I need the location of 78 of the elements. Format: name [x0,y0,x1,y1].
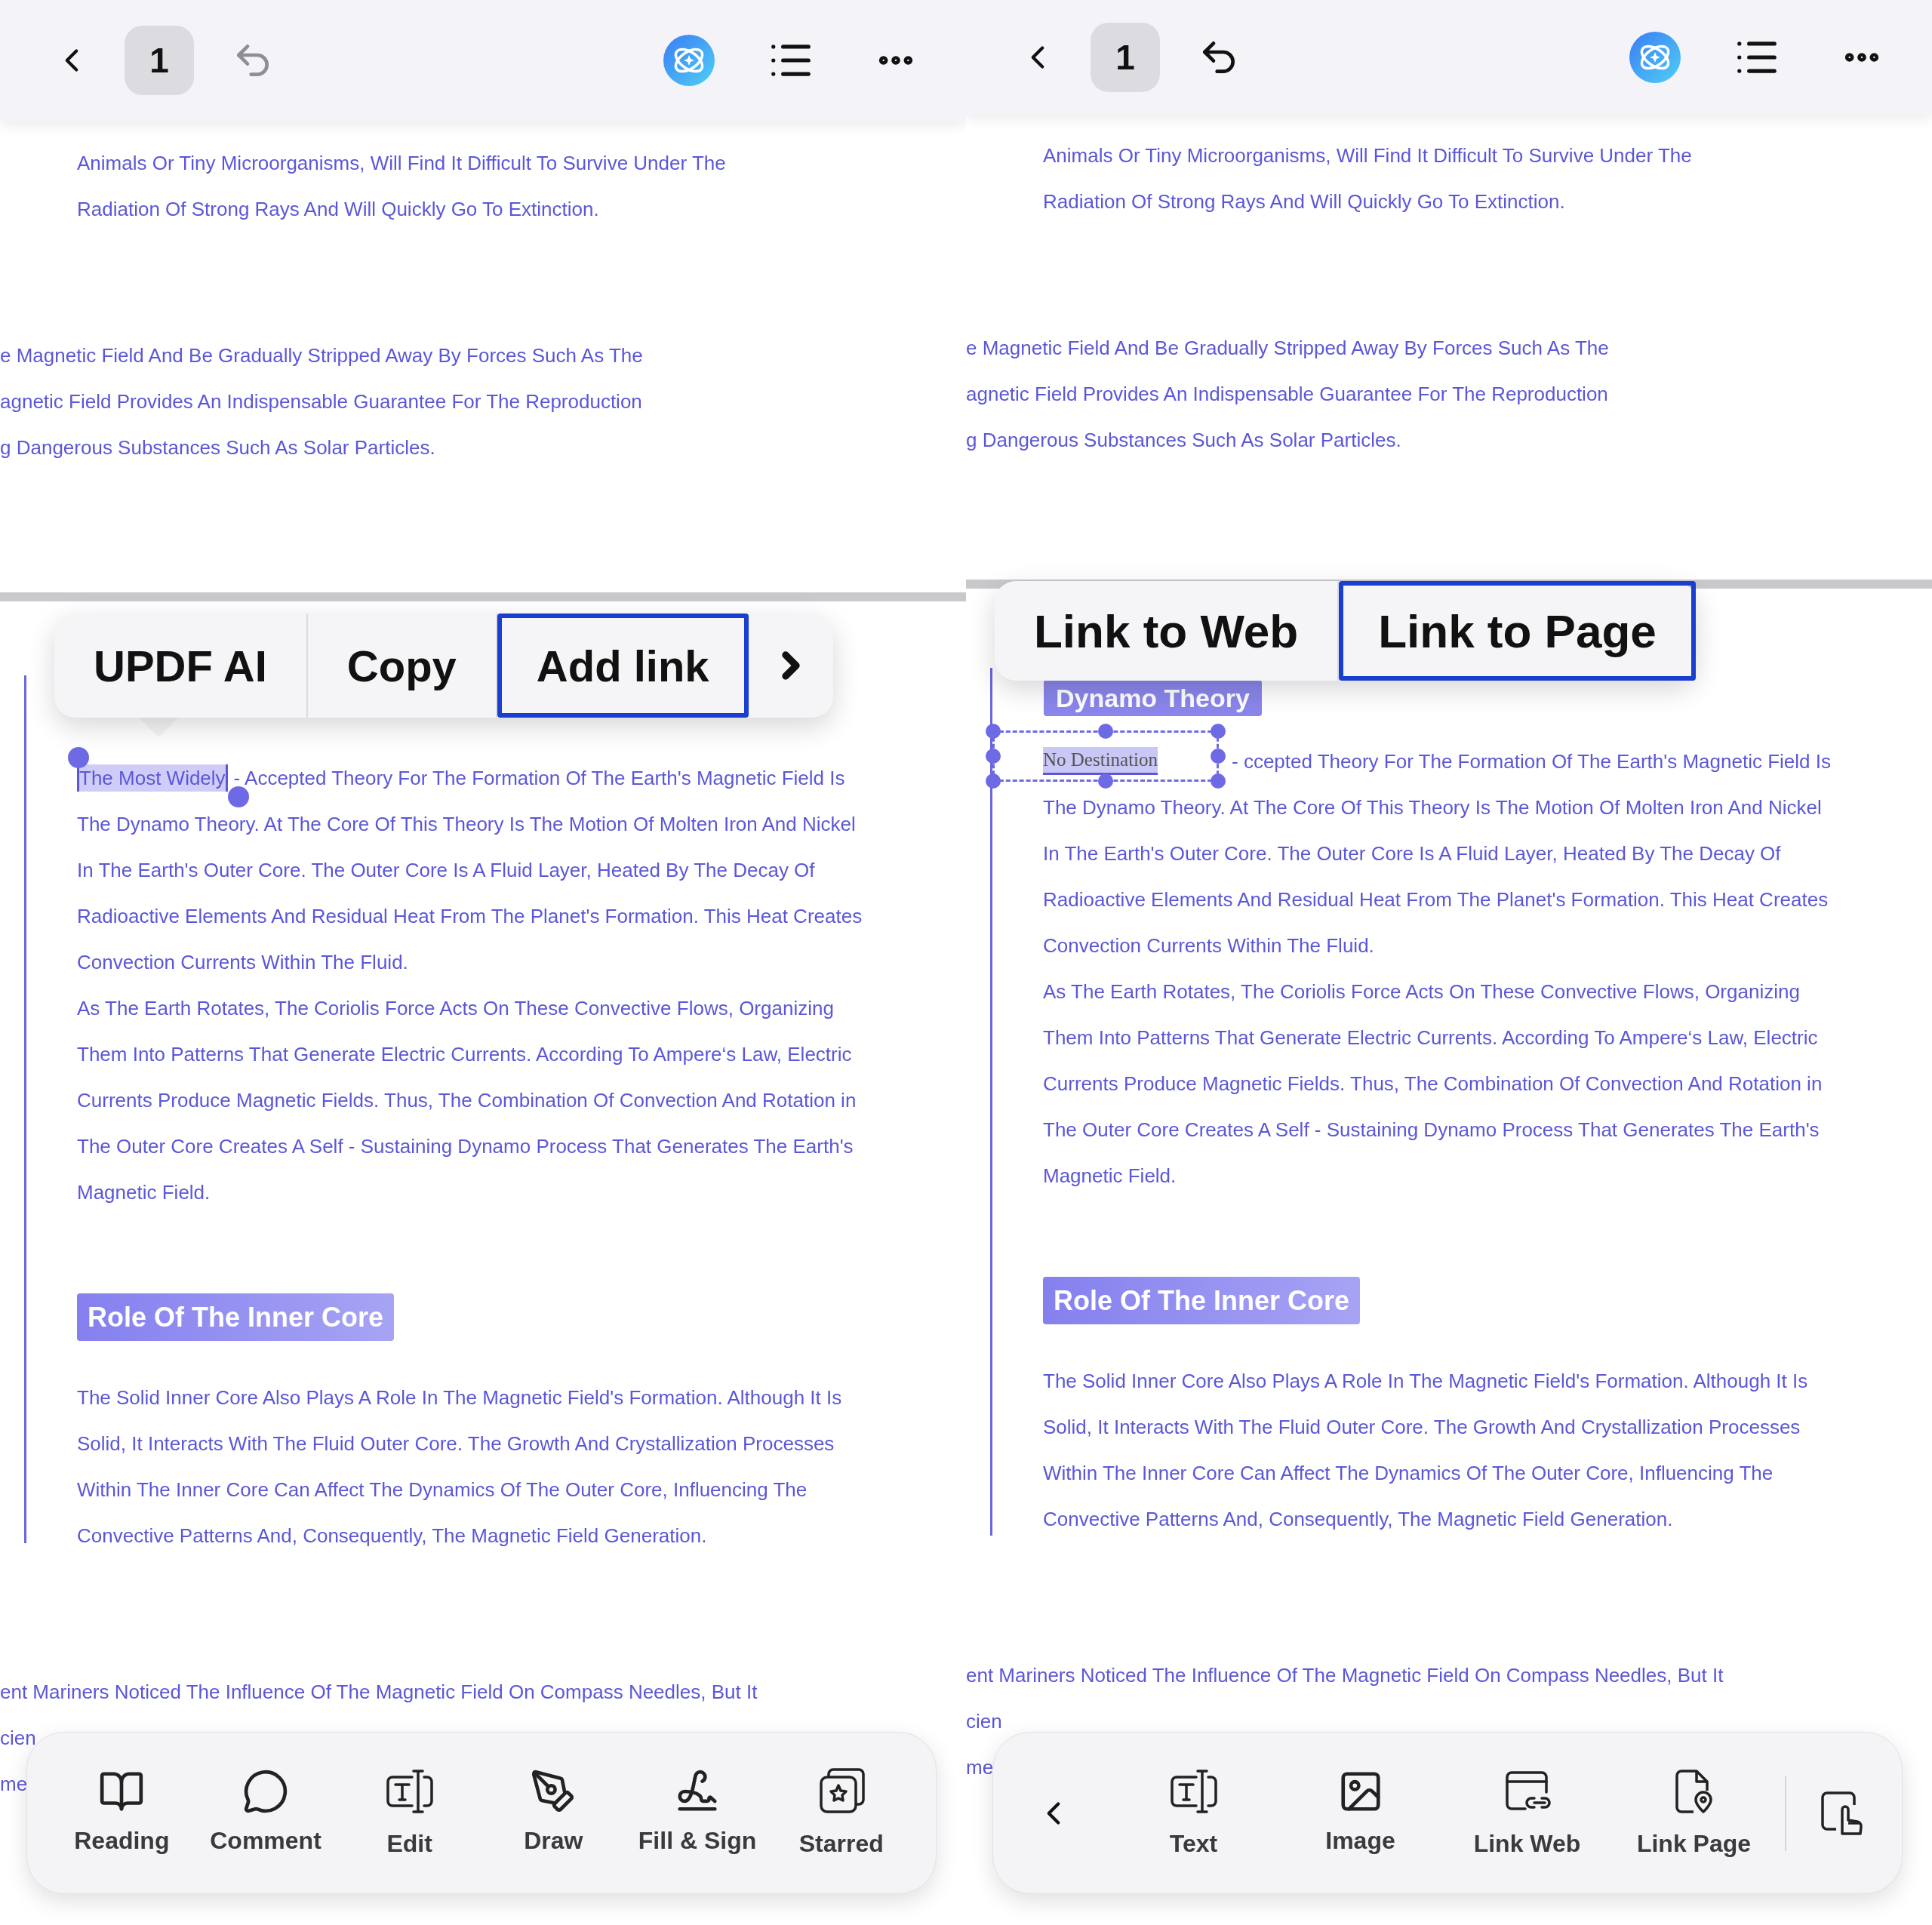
text-line: me [0,1771,28,1797]
text-line: e Magnetic Field And Be Gradually Stripped Away By Forces Such As The [966,335,1609,361]
menu-item[interactable]: Link to Page [1339,581,1696,681]
toolbar-button[interactable]: Link Web [1444,1748,1611,1877]
text-line: agnetic Field Provides An Indispensable Guarantee For The Reproduction [966,381,1608,407]
text-line: Currents Produce Magnetic Fields. Thus, The Combination Of Convection And Rotation in [77,1087,857,1113]
text-line: cien [0,1725,36,1751]
text-line: The Outer Core Creates A Self - Sustaining Dynamo Process That Generates The Earth's [1043,1117,1820,1142]
section-heading: Role Of The Inner Core [1043,1277,1361,1324]
text-line: The Dynamo Theory. At The Core Of This Theory Is The Motion Of Molten Iron And Nickel [1043,795,1822,820]
text-line: Magnetic Field. [1043,1163,1177,1189]
text-line: In The Earth's Outer Core. The Outer Core Is A Fluid Layer, Heated By The Decay Of [1043,841,1781,866]
text-line: g Dangerous Substances Such As Solar Particles. [0,435,435,460]
text-line: Animals Or Tiny Microorganisms, Will Find It Difficult To Survive Under The [77,150,726,176]
selection-handle[interactable] [68,747,89,768]
text-line: Convective Patterns And, Consequently, The Magnetic Field Generation. [1043,1506,1673,1532]
text-line: agnetic Field Provides An Indispensable Guarantee For The Reproduction [0,389,642,414]
resize-handle[interactable] [986,724,1001,739]
text-line: me [966,1754,994,1780]
text-line: The Solid Inner Core Also Plays A Role In The Magnetic Field's Formation. Although It Is [1043,1368,1808,1394]
text-line: - ccepted Theory For The Formation Of The Earth's Magnetic Field Is [1232,749,1831,774]
resize-handle[interactable] [1098,724,1113,739]
text-line: Within The Inner Core Can Affect The Dynamics Of The Outer Core, Influencing The [77,1477,808,1502]
text-line: Radiation Of Strong Rays And Will Quickly Go To Extinction. [77,196,599,222]
text-line: Currents Produce Magnetic Fields. Thus, The Combination Of Convection And Rotation in [1043,1071,1823,1096]
link-box[interactable] [985,723,1226,789]
toolbar-button[interactable]: Starred [769,1748,914,1877]
text-line: ent Mariners Noticed The Influence Of The Magnetic Field On Compass Needles, But It [966,1662,1724,1688]
text-line: Radioactive Elements And Residual Heat From The Planet's Formation. This Heat Creates [77,903,863,929]
resize-handle[interactable] [1098,773,1113,789]
toolbar-button[interactable]: Fill & Sign [625,1748,770,1877]
text-line: Convection Currents Within The Fluid. [77,949,408,975]
text-line: g Dangerous Substances Such As Solar Particles. [966,427,1401,453]
menu-item[interactable]: Copy [307,613,496,718]
text-line: Convection Currents Within The Fluid. [1043,933,1374,958]
ai-assistant-icon[interactable] [1628,30,1682,85]
text-line: Solid, It Interacts With The Fluid Outer Core. The Growth And Crystallization Processes [1043,1414,1801,1440]
ai-assistant-icon[interactable] [662,33,716,88]
text-line: cien [966,1708,1002,1734]
text-line: Them Into Patterns That Generate Electric Currents. According To Ampere‘s Law, Electric [1043,1025,1818,1050]
page-number-button[interactable]: 1 [1091,23,1160,92]
toolbar-button[interactable]: Link Page [1611,1748,1777,1877]
text-line: The Solid Inner Core Also Plays A Role In The Magnetic Field's Formation. Although It Is [77,1385,842,1410]
toolbar-button[interactable]: Draw [481,1748,626,1877]
text-line: In The Earth's Outer Core. The Outer Core Is A Fluid Layer, Heated By The Decay Of [77,857,815,883]
text-line: The Dynamo Theory. At The Core Of This Theory Is The Motion Of Molten Iron And Nickel [77,811,856,837]
text-line: As The Earth Rotates, The Coriolis Force Acts On These Convective Flows, Organizing [1043,979,1800,1004]
text-line: Radiation Of Strong Rays And Will Quickly Go To Extinction. [1043,189,1565,214]
text-line: e Magnetic Field And Be Gradually Stripped Away By Forces Such As The [0,343,643,368]
link-label: No Destination [1043,747,1158,775]
menu-item[interactable]: Add link [497,613,749,718]
selected-text: The Most Widely [77,764,228,792]
menu-item[interactable]: UPDF AI [54,613,306,718]
menu-item[interactable]: Link to Web [995,581,1338,681]
text-line: - Accepted Theory For The Formation Of The Earth's Magnetic Field Is [233,765,845,791]
text-line: ent Mariners Noticed The Influence Of The Magnetic Field On Compass Needles, But It [0,1679,758,1705]
toolbar-button[interactable]: Edit [337,1748,481,1877]
text-line: As The Earth Rotates, The Coriolis Force Acts On These Convective Flows, Organizing [77,995,834,1021]
resize-handle[interactable] [986,773,1001,789]
resize-handle[interactable] [1211,773,1226,789]
resize-handle[interactable] [1211,749,1226,764]
text-line: The Outer Core Creates A Self - Sustaining Dynamo Process That Generates The Earth's [77,1133,854,1159]
text-line: Radioactive Elements And Residual Heat From The Planet's Formation. This Heat Creates [1043,887,1829,912]
text-line: Convective Patterns And, Consequently, The Magnetic Field Generation. [77,1523,707,1548]
resize-handle[interactable] [1211,724,1226,739]
page-number-button[interactable]: 1 [125,26,194,95]
toolbar-button[interactable]: Reading [50,1748,194,1877]
text-line: Within The Inner Core Can Affect The Dynamics Of The Outer Core, Influencing The [1043,1460,1774,1486]
resize-handle[interactable] [986,749,1001,764]
text-line: Them Into Patterns That Generate Electric Currents. According To Ampere‘s Law, Electric [77,1041,852,1067]
toolbar-button[interactable]: Image [1277,1748,1444,1877]
section-heading: Dynamo Theory [1044,680,1262,716]
text-line: Solid, It Interacts With The Fluid Outer Core. The Growth And Crystallization Processes [77,1431,835,1456]
text-line: Animals Or Tiny Microorganisms, Will Find It Difficult To Survive Under The [1043,143,1692,168]
text-line: Magnetic Field. [77,1179,211,1205]
section-heading: Role Of The Inner Core [77,1293,395,1341]
toolbar-button[interactable]: Comment [193,1748,338,1877]
toolbar-button[interactable]: Text [1110,1748,1277,1877]
